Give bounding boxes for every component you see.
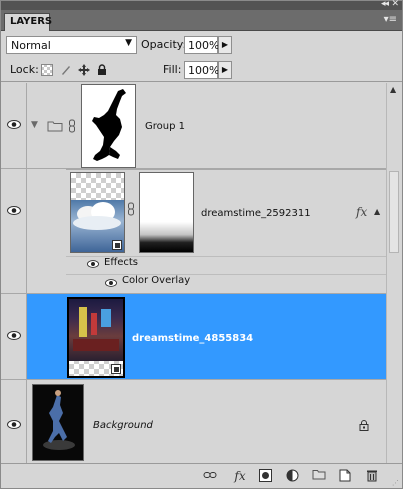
- lock-icon: [359, 420, 369, 431]
- effects-label: Effects: [104, 257, 138, 268]
- layer-name[interactable]: dreamstime_2592311: [201, 208, 311, 219]
- eye-icon[interactable]: [105, 279, 117, 287]
- fill-label: Fill:: [163, 63, 182, 76]
- lock-all-icon[interactable]: [96, 64, 108, 76]
- scrollbar-thumb[interactable]: [389, 171, 399, 253]
- lock-fill-row: Lock: Fill: 100% ▶: [1, 57, 402, 82]
- eye-icon: [7, 206, 21, 215]
- link-layers-icon[interactable]: [203, 469, 217, 483]
- layer-row-background[interactable]: Background: [1, 380, 386, 463]
- add-style-icon[interactable]: fx: [229, 469, 251, 483]
- visibility-toggle[interactable]: [1, 294, 27, 379]
- scroll-up-arrow-icon[interactable]: ▲: [390, 85, 396, 94]
- divider: [66, 274, 386, 275]
- lock-transparency-icon[interactable]: [41, 64, 53, 76]
- chevron-down-icon: ▼: [125, 38, 132, 48]
- visibility-toggle[interactable]: [1, 169, 27, 293]
- fill-slider-arrow-icon[interactable]: ▶: [218, 61, 232, 79]
- tab-row: LAYERS ▾≡: [1, 10, 402, 31]
- link-chain-icon[interactable]: [127, 202, 135, 216]
- opacity-label: Opacity:: [141, 38, 187, 51]
- layer-mask-thumbnail[interactable]: [139, 172, 194, 253]
- eye-icon: [7, 420, 21, 429]
- opacity-slider-arrow-icon[interactable]: ▶: [218, 36, 232, 54]
- panel-title-strip: ◂◂ ✕: [1, 0, 402, 10]
- visibility-toggle[interactable]: [1, 380, 27, 463]
- layers-scrollbar[interactable]: ▲: [386, 83, 402, 463]
- new-group-icon[interactable]: [312, 469, 326, 483]
- smart-object-badge-icon: [111, 364, 121, 374]
- divider: [66, 169, 386, 170]
- smart-object-badge-icon: [112, 240, 122, 250]
- layers-toolbar: fx ⋰: [1, 463, 402, 488]
- layer-row-group-1[interactable]: ▼ Group 1: [1, 83, 386, 169]
- delete-layer-icon[interactable]: [365, 469, 379, 483]
- layer-row-dreamstime-4855834[interactable]: dreamstime_4855834: [1, 294, 386, 380]
- folder-icon: [47, 121, 63, 132]
- lock-label: Lock:: [10, 63, 39, 76]
- collapse-icon[interactable]: ◂◂: [381, 0, 389, 9]
- opacity-input[interactable]: 100%: [184, 36, 219, 54]
- blend-opacity-row: Normal ▼ Opacity: 100% ▶: [1, 32, 402, 57]
- eye-icon[interactable]: [87, 260, 99, 268]
- fx-icon[interactable]: fx: [356, 205, 367, 219]
- adjustment-layer-icon[interactable]: [285, 469, 299, 483]
- effect-color-overlay[interactable]: Color Overlay: [122, 275, 190, 286]
- fill-input[interactable]: 100%: [184, 61, 219, 79]
- layer-thumbnail[interactable]: [67, 297, 125, 378]
- group-mask-thumbnail[interactable]: [81, 84, 136, 168]
- layer-thumbnail[interactable]: [70, 172, 125, 253]
- blend-mode-select[interactable]: Normal ▼: [6, 36, 137, 54]
- lock-position-move-icon[interactable]: [78, 64, 90, 76]
- panel-menu-icon[interactable]: ▾≡: [384, 14, 397, 25]
- layers-list: ▼ Group 1 dreamstime_2592311 fx ▲ Effect…: [1, 83, 386, 463]
- close-icon[interactable]: ✕: [391, 0, 399, 9]
- new-layer-icon[interactable]: [338, 469, 352, 483]
- blend-mode-value: Normal: [11, 39, 51, 52]
- layer-name[interactable]: dreamstime_4855834: [132, 333, 253, 344]
- layer-name[interactable]: Background: [93, 420, 153, 431]
- add-mask-icon[interactable]: [258, 469, 272, 483]
- eye-icon: [7, 331, 21, 340]
- lock-image-brush-icon[interactable]: [60, 64, 72, 76]
- expand-triangle-icon[interactable]: ▼: [31, 120, 38, 130]
- expand-effects-icon[interactable]: ▲: [374, 207, 380, 216]
- visibility-toggle[interactable]: [1, 83, 27, 168]
- layer-thumbnail[interactable]: [32, 384, 84, 461]
- tab-layers[interactable]: LAYERS: [4, 13, 52, 31]
- layers-panel: ◂◂ ✕ LAYERS ▾≡ Normal ▼ Opacity: 100% ▶ …: [0, 0, 403, 489]
- layer-row-dreamstime-2592311[interactable]: dreamstime_2592311 fx ▲ Effects Color Ov…: [1, 169, 386, 294]
- layer-name[interactable]: Group 1: [145, 121, 185, 132]
- link-chain-icon[interactable]: [68, 119, 76, 133]
- fx-label: fx: [234, 469, 246, 483]
- resize-grip-icon[interactable]: ⋰: [392, 479, 399, 487]
- eye-icon: [7, 120, 21, 129]
